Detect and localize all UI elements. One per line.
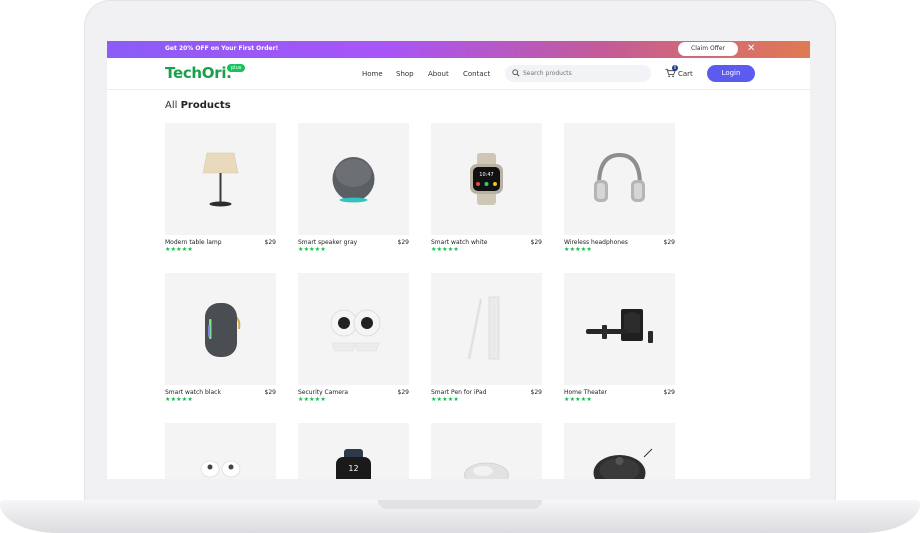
- product-name[interactable]: Wireless headphones: [564, 239, 628, 246]
- login-button[interactable]: Login: [707, 65, 755, 82]
- laptop-notch: [378, 500, 542, 509]
- product-image[interactable]: [564, 123, 675, 235]
- search-bar[interactable]: [505, 65, 651, 82]
- browser-screen: Get 20% OFF on Your First Order! Claim O…: [107, 41, 810, 479]
- product-price: $29: [530, 389, 542, 396]
- rating-stars: ★★★★★: [564, 246, 592, 253]
- nav-link-home[interactable]: Home: [362, 70, 383, 78]
- page-title-main: Products: [180, 100, 231, 111]
- product-price: $29: [397, 239, 409, 246]
- product-image[interactable]: 12: [298, 423, 409, 479]
- product-name[interactable]: Security Camera: [298, 389, 348, 396]
- rating-stars: ★★★★★: [298, 246, 326, 253]
- pen-icon: [467, 296, 500, 360]
- rating-stars: ★★★★★: [431, 246, 459, 253]
- home-theater-icon: [586, 309, 653, 343]
- product-name[interactable]: Smart speaker gray: [298, 239, 357, 246]
- camera-icon: [330, 309, 381, 352]
- product-image[interactable]: [431, 423, 542, 479]
- earbuds-icon: [200, 460, 241, 478]
- product-image[interactable]: [165, 123, 276, 235]
- rating-stars: ★★★★★: [165, 246, 193, 253]
- page-title: All Products: [165, 100, 231, 111]
- navbar: TechOri. plus Home Shop About Contact 0 …: [107, 58, 810, 90]
- robot-vacuum-icon: [593, 448, 653, 479]
- product-price: $29: [264, 239, 276, 246]
- promo-banner: Get 20% OFF on Your First Order! Claim O…: [107, 41, 810, 58]
- product-name[interactable]: Smart Pen for iPad: [431, 389, 487, 396]
- rating-stars: ★★★★★: [298, 396, 326, 403]
- headphones-icon: [594, 152, 645, 202]
- search-icon: [512, 69, 520, 77]
- svg-text:10:47: 10:47: [479, 172, 493, 178]
- lamp-icon: [202, 152, 239, 207]
- product-price: $29: [397, 389, 409, 396]
- close-icon[interactable]: ✕: [747, 43, 755, 55]
- product-image[interactable]: [431, 273, 542, 385]
- product-name[interactable]: Smart watch black: [165, 389, 221, 396]
- product-image[interactable]: [165, 423, 276, 479]
- product-image[interactable]: [298, 123, 409, 235]
- product-image[interactable]: [564, 423, 675, 479]
- product-image[interactable]: 10:47: [431, 123, 542, 235]
- product-name[interactable]: Home Theater: [564, 389, 607, 396]
- page-title-prefix: All: [165, 100, 178, 111]
- speaker-icon: [332, 157, 375, 203]
- product-price: $29: [264, 389, 276, 396]
- nav-link-about[interactable]: About: [428, 70, 449, 78]
- product-price: $29: [663, 239, 675, 246]
- product-name[interactable]: Smart watch white: [431, 239, 487, 246]
- nav-link-contact[interactable]: Contact: [463, 70, 490, 78]
- rating-stars: ★★★★★: [165, 396, 193, 403]
- logo[interactable]: TechOri.: [165, 64, 232, 82]
- rating-stars: ★★★★★: [564, 396, 592, 403]
- cart-label: Cart: [678, 70, 693, 78]
- logo-badge: plus: [227, 64, 246, 72]
- product-image[interactable]: [298, 273, 409, 385]
- nav-link-shop[interactable]: Shop: [396, 70, 414, 78]
- product-image[interactable]: [165, 273, 276, 385]
- product-image[interactable]: [564, 273, 675, 385]
- rating-stars: ★★★★★: [431, 396, 459, 403]
- product-price: $29: [530, 239, 542, 246]
- claim-offer-button[interactable]: Claim Offer: [678, 42, 738, 56]
- product-name[interactable]: Modern table lamp: [165, 239, 222, 246]
- bluetooth-speaker-icon: [205, 303, 241, 357]
- product-price: $29: [663, 389, 675, 396]
- watch-icon: 10:47: [470, 153, 503, 205]
- promo-text: Get 20% OFF on Your First Order!: [165, 45, 279, 52]
- watch-black-icon: 12: [336, 449, 371, 479]
- svg-text:12: 12: [348, 464, 358, 473]
- search-input[interactable]: [523, 68, 643, 79]
- mouse-icon: [464, 462, 509, 479]
